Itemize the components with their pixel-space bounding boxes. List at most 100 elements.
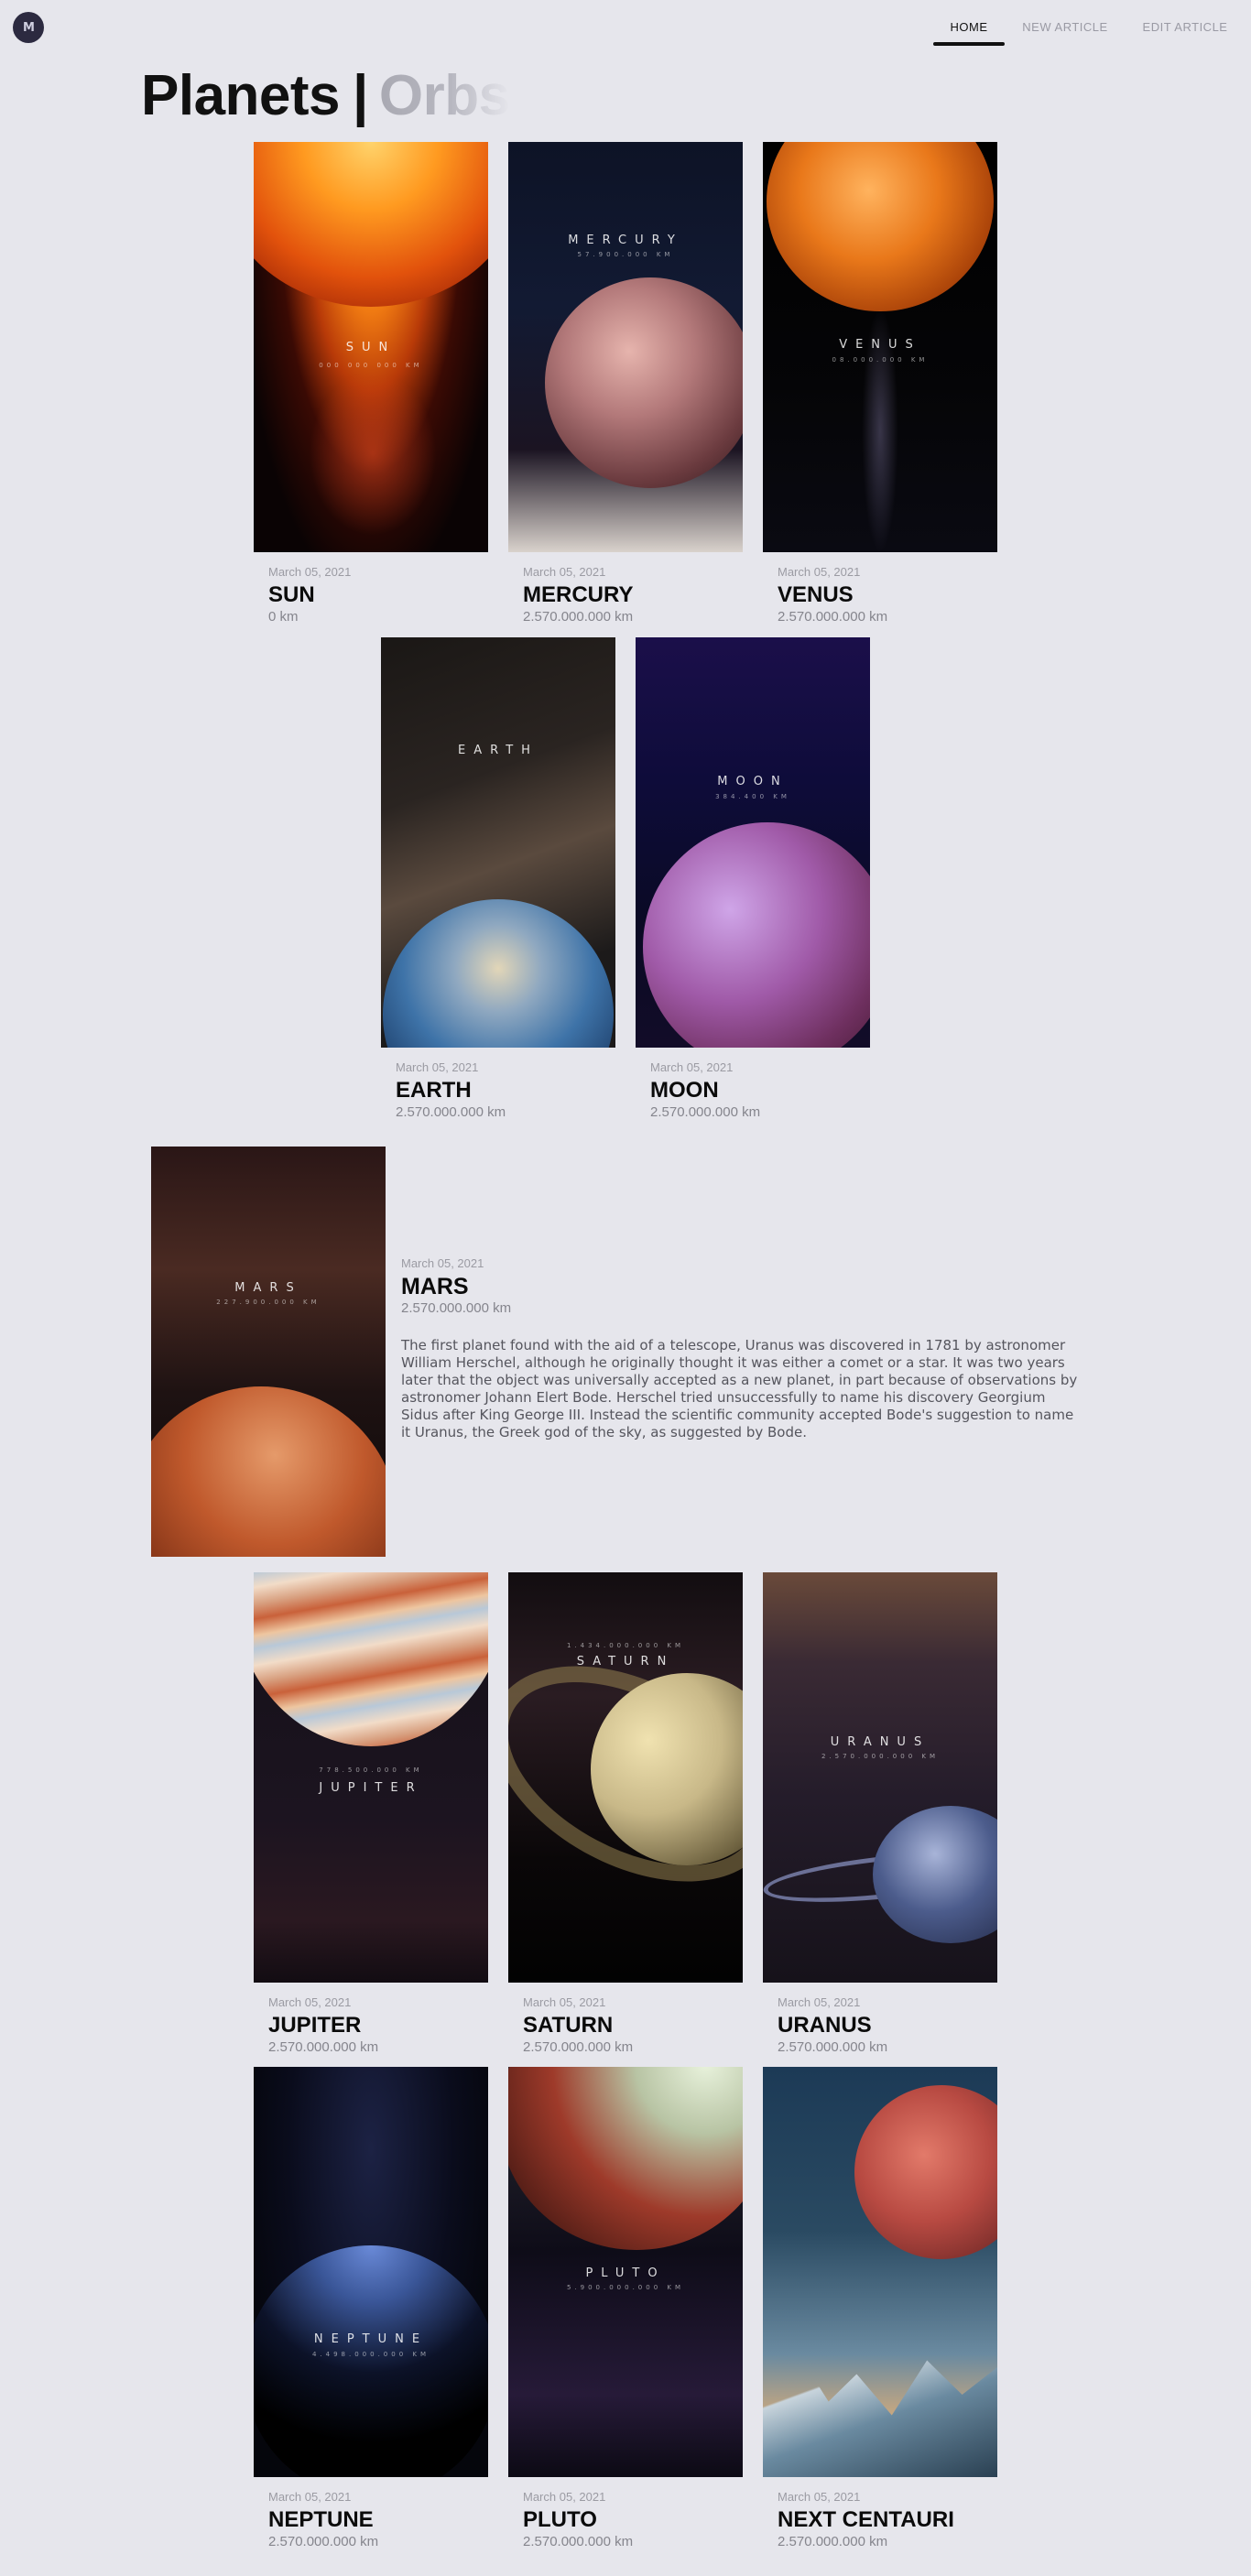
card-title[interactable]: JUPITER bbox=[268, 2013, 488, 2038]
card-uranus[interactable]: URANUS 2.570.000.000 KM March 05, 2021 U… bbox=[763, 1572, 997, 2056]
card-date: March 05, 2021 bbox=[396, 1060, 479, 1074]
card-date: March 05, 2021 bbox=[268, 565, 352, 579]
card-title[interactable]: SATURN bbox=[523, 2013, 743, 2038]
sun-image-sub: 000 000 000 KM bbox=[319, 362, 423, 369]
venus-image-title: VENUS bbox=[839, 338, 921, 352]
featured-card-mars[interactable]: MARS 227.900.000 KM March 05, 2021 MARS … bbox=[151, 1147, 1094, 1557]
planet-image-jupiter[interactable]: JUPITER 778.500.000 KM bbox=[254, 1572, 488, 1983]
mars-image-title: MARS bbox=[234, 1281, 302, 1295]
card-meta: March 05, 2021 PLUTO 2.570.000.000 km bbox=[508, 2477, 743, 2550]
card-meta: March 05, 2021 NEXT CENTAURI 2.570.000.0… bbox=[763, 2477, 997, 2550]
pluto-image-sub: 5.900.000.000 KM bbox=[566, 2284, 685, 2291]
mars-image-sub: 227.900.000 KM bbox=[216, 1299, 321, 1306]
venus-image-sub: 08.000.000 KM bbox=[832, 356, 929, 364]
planet-image-saturn[interactable]: SATURN 1.434.000.000 KM bbox=[508, 1572, 743, 1983]
card-meta: March 05, 2021 VENUS 2.570.000.000 km bbox=[763, 552, 997, 625]
card-meta: March 05, 2021 MOON 2.570.000.000 km bbox=[636, 1048, 870, 1121]
sun-orb bbox=[254, 142, 488, 307]
card-title[interactable]: MERCURY bbox=[523, 582, 743, 608]
card-title[interactable]: SUN bbox=[268, 582, 488, 608]
card-title[interactable]: URANUS bbox=[778, 2013, 997, 2038]
mercury-image-sub: 57.900.000 KM bbox=[577, 251, 674, 258]
card-distance: 2.570.000.000 km bbox=[523, 609, 634, 625]
planet-image-mars[interactable]: MARS 227.900.000 KM bbox=[151, 1147, 386, 1557]
mercury-image-title: MERCURY bbox=[568, 234, 683, 247]
planet-image-sun[interactable]: SUN 000 000 000 KM bbox=[254, 142, 488, 552]
card-venus[interactable]: VENUS 08.000.000 KM March 05, 2021 VENUS… bbox=[763, 142, 997, 625]
neptune-image-title: NEPTUNE bbox=[313, 2332, 429, 2346]
mercury-orb bbox=[545, 277, 743, 488]
card-title[interactable]: NEPTUNE bbox=[268, 2507, 488, 2533]
card-earth[interactable]: EARTH March 05, 2021 EARTH 2.570.000.000… bbox=[381, 637, 615, 1121]
card-neptune[interactable]: NEPTUNE 4.498.000.000 KM March 05, 2021 … bbox=[254, 2067, 488, 2550]
moon-image-title: MOON bbox=[717, 775, 789, 788]
card-distance: 2.570.000.000 km bbox=[778, 2534, 888, 2549]
card-next-centauri[interactable]: March 05, 2021 NEXT CENTAURI 2.570.000.0… bbox=[763, 2067, 997, 2550]
card-distance: 2.570.000.000 km bbox=[396, 1104, 506, 1120]
planet-image-earth[interactable]: EARTH bbox=[381, 637, 615, 1048]
card-sun[interactable]: SUN 000 000 000 KM March 05, 2021 SUN 0 … bbox=[254, 142, 488, 625]
card-date: March 05, 2021 bbox=[401, 1256, 484, 1270]
card-distance: 2.570.000.000 km bbox=[523, 2534, 634, 2549]
planet-image-moon[interactable]: MOON 384.400 KM bbox=[636, 637, 870, 1048]
card-meta: March 05, 2021 URANUS 2.570.000.000 km bbox=[763, 1983, 997, 2056]
card-distance: 2.570.000.000 km bbox=[268, 2039, 379, 2055]
neptune-image-sub: 4.498.000.000 KM bbox=[311, 2351, 430, 2358]
card-jupiter[interactable]: JUPITER 778.500.000 KM March 05, 2021 JU… bbox=[254, 1572, 488, 2056]
sun-image-title: SUN bbox=[345, 341, 397, 354]
venus-orb bbox=[767, 142, 994, 311]
card-meta: March 05, 2021 NEPTUNE 2.570.000.000 km bbox=[254, 2477, 488, 2550]
card-date: March 05, 2021 bbox=[778, 1995, 861, 2009]
card-date: March 05, 2021 bbox=[268, 2490, 352, 2504]
card-meta: March 05, 2021 SATURN 2.570.000.000 km bbox=[508, 1983, 743, 2056]
card-date: March 05, 2021 bbox=[268, 1995, 352, 2009]
card-date: March 05, 2021 bbox=[523, 2490, 606, 2504]
logo[interactable]: M bbox=[13, 12, 44, 43]
next-centauri-orb bbox=[854, 2085, 997, 2259]
uranus-orb bbox=[873, 1806, 997, 1943]
jupiter-image-title: JUPITER bbox=[319, 1781, 423, 1795]
card-date: March 05, 2021 bbox=[523, 565, 606, 579]
card-title[interactable]: MARS bbox=[401, 1274, 1097, 1299]
card-date: March 05, 2021 bbox=[778, 565, 861, 579]
card-moon[interactable]: MOON 384.400 KM March 05, 2021 MOON 2.57… bbox=[636, 637, 870, 1121]
card-description: The first planet found with the aid of a… bbox=[401, 1337, 1078, 1440]
nav-new-article[interactable]: NEW ARTICLE bbox=[1019, 20, 1111, 46]
planet-image-pluto[interactable]: PLUTO 5.900.000.000 KM bbox=[508, 2067, 743, 2477]
nav-edit-article[interactable]: EDIT ARTICLE bbox=[1136, 20, 1235, 46]
card-mercury[interactable]: MERCURY 57.900.000 KM March 05, 2021 MER… bbox=[508, 142, 743, 625]
card-saturn[interactable]: SATURN 1.434.000.000 KM March 05, 2021 S… bbox=[508, 1572, 743, 2056]
card-date: March 05, 2021 bbox=[523, 1995, 606, 2009]
card-title[interactable]: MOON bbox=[650, 1078, 870, 1103]
card-title[interactable]: EARTH bbox=[396, 1078, 615, 1103]
card-meta: March 05, 2021 JUPITER 2.570.000.000 km bbox=[254, 1983, 488, 2056]
card-title[interactable]: VENUS bbox=[778, 582, 997, 608]
jupiter-orb bbox=[254, 1572, 488, 1746]
page-title-sub: Orbs bbox=[378, 64, 510, 127]
card-title[interactable]: PLUTO bbox=[523, 2507, 743, 2533]
earth-image-title: EARTH bbox=[458, 744, 538, 757]
card-title[interactable]: NEXT CENTAURI bbox=[778, 2507, 997, 2533]
mars-orb bbox=[151, 1386, 386, 1557]
planet-image-uranus[interactable]: URANUS 2.570.000.000 KM bbox=[763, 1572, 997, 1983]
page-title: Planets | Orbs bbox=[141, 64, 510, 128]
saturn-image-title: SATURN bbox=[576, 1655, 675, 1668]
card-distance: 2.570.000.000 km bbox=[401, 1300, 512, 1316]
card-pluto[interactable]: PLUTO 5.900.000.000 KM March 05, 2021 PL… bbox=[508, 2067, 743, 2550]
card-distance: 2.570.000.000 km bbox=[650, 1104, 761, 1120]
title-separator: | bbox=[353, 64, 368, 127]
card-meta: March 05, 2021 EARTH 2.570.000.000 km bbox=[381, 1048, 615, 1121]
card-distance: 2.570.000.000 km bbox=[523, 2039, 634, 2055]
moon-orb bbox=[643, 822, 870, 1048]
card-meta: March 05, 2021 SUN 0 km bbox=[254, 552, 488, 625]
uranus-image-title: URANUS bbox=[830, 1735, 930, 1749]
page-title-main: Planets bbox=[141, 64, 341, 127]
uranus-image-sub: 2.570.000.000 KM bbox=[821, 1753, 940, 1760]
planet-image-venus[interactable]: VENUS 08.000.000 KM bbox=[763, 142, 997, 552]
planet-image-mercury[interactable]: MERCURY 57.900.000 KM bbox=[508, 142, 743, 552]
planet-image-neptune[interactable]: NEPTUNE 4.498.000.000 KM bbox=[254, 2067, 488, 2477]
planet-image-next-centauri[interactable] bbox=[763, 2067, 997, 2477]
card-distance: 2.570.000.000 km bbox=[778, 2039, 888, 2055]
nav-home[interactable]: HOME bbox=[933, 20, 1005, 46]
featured-meta: March 05, 2021 MARS 2.570.000.000 km The… bbox=[401, 1256, 1097, 1441]
